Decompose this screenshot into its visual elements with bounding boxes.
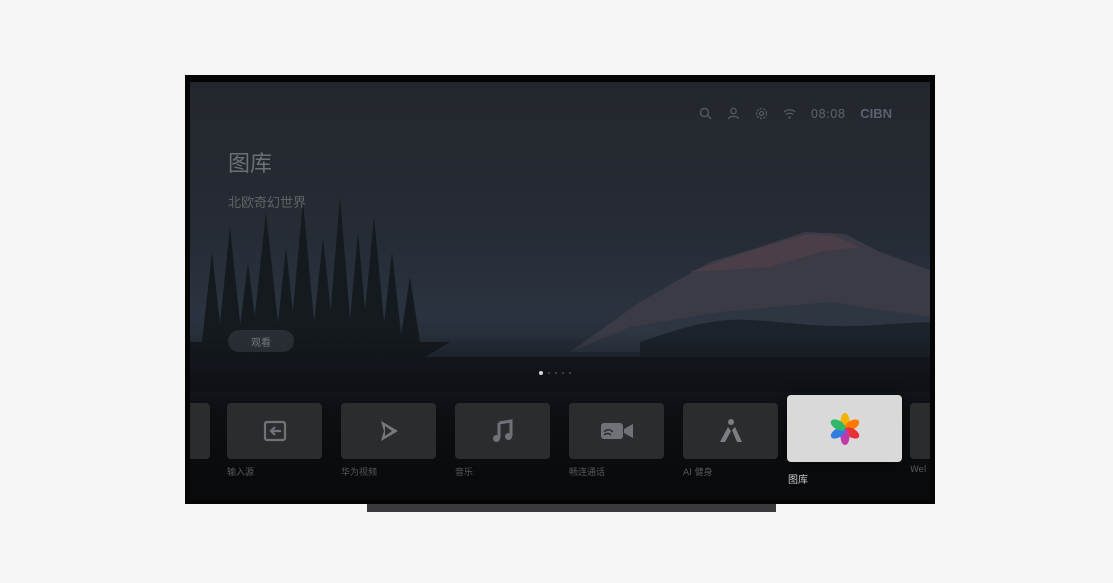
dock-label-music: 音乐: [455, 468, 474, 478]
hero-title: 图库: [228, 152, 273, 177]
status-bar: 08:08 CIBN: [699, 106, 892, 121]
dock-label-input-source: 输入源: [227, 468, 255, 478]
dock-label-video-call: 畅连通话: [569, 468, 606, 478]
dock-tile-partial-left[interactable]: [190, 403, 210, 459]
dock-tile-input-source[interactable]: [227, 403, 322, 459]
music-note-icon: [492, 419, 512, 442]
dock-tile-partial-right[interactable]: [910, 403, 930, 459]
page-dot: [555, 372, 557, 374]
fitness-icon: [719, 419, 742, 442]
dock-tile-gallery[interactable]: [787, 395, 902, 462]
video-call-icon: [600, 423, 633, 439]
user-icon[interactable]: [727, 107, 740, 120]
tv-screen: 08:08 CIBN 图库 北欧奇幻世界 观看 输入源 华为视频 音乐 畅连通话…: [190, 82, 930, 500]
dock-label-gallery: 图库: [788, 475, 808, 486]
search-icon[interactable]: [699, 107, 712, 120]
wifi-icon: [783, 109, 796, 119]
dock-label-huawei-video: 华为视频: [341, 468, 378, 478]
gallery-pinwheel-icon: [830, 412, 859, 445]
page-dot-active: [539, 371, 543, 375]
page-dot: [569, 372, 571, 374]
dock-tile-video-call[interactable]: [569, 403, 664, 459]
carousel-page-indicator: [539, 371, 571, 375]
page-dot: [562, 372, 564, 374]
dock-tile-music[interactable]: [455, 403, 550, 459]
dock-tile-ai-fitness[interactable]: [683, 403, 778, 459]
clock: 08:08: [810, 106, 846, 121]
brand-logo: CIBN: [860, 106, 892, 121]
dock-label-ai-fitness: AI 健身: [683, 468, 713, 478]
page-dot: [548, 372, 550, 374]
watch-button[interactable]: 观看: [228, 330, 294, 352]
dock-tile-huawei-video[interactable]: [341, 403, 436, 459]
tv-stand: [367, 504, 776, 512]
input-source-icon: [263, 420, 286, 442]
hero-subtitle: 北欧奇幻世界: [228, 196, 307, 211]
settings-icon[interactable]: [755, 107, 768, 120]
play-icon: [380, 421, 398, 441]
dock-label-partial-right: Wel: [910, 465, 927, 475]
